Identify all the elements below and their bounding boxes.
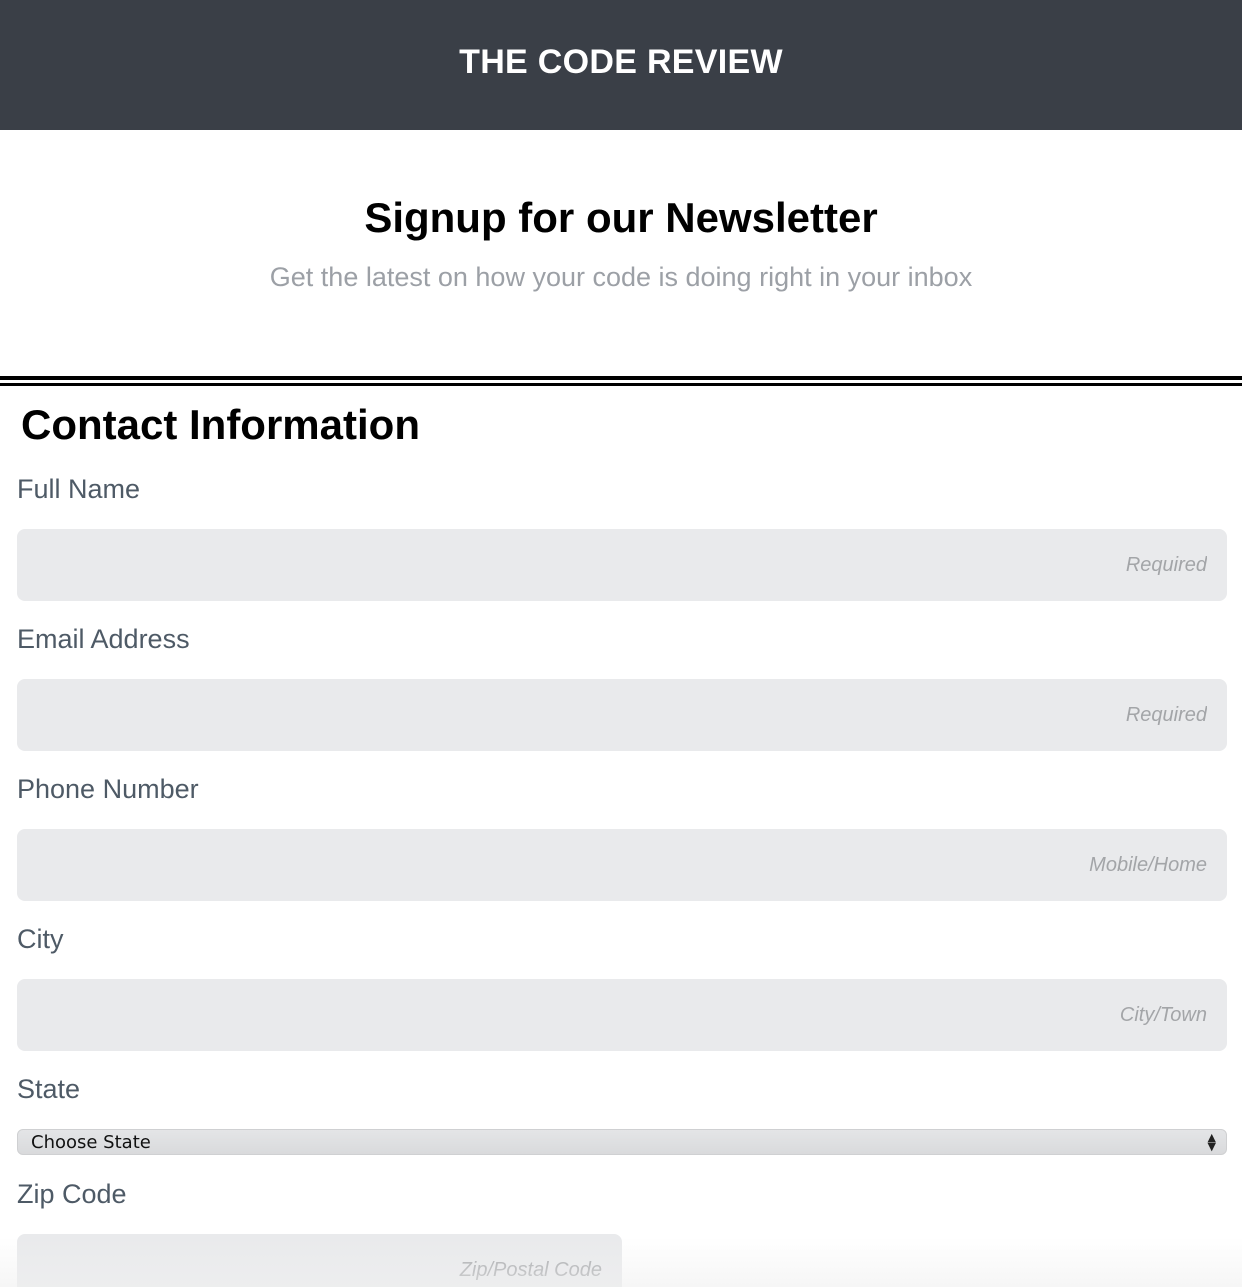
city-label: City	[17, 924, 64, 954]
section-divider-secondary	[0, 383, 1242, 386]
site-header: THE CODE REVIEW	[0, 0, 1242, 130]
select-arrows-icon: ▲ ▼	[1207, 1131, 1216, 1153]
full-name-label: Full Name	[17, 474, 141, 504]
state-label: State	[17, 1074, 81, 1104]
hero-title: Signup for our Newsletter	[364, 194, 878, 241]
email-label: Email Address	[17, 624, 190, 654]
state-select-value: Choose State	[31, 1131, 151, 1153]
email-input[interactable]	[17, 679, 1227, 751]
full-name-input[interactable]	[17, 529, 1227, 601]
brand-title: THE CODE REVIEW	[459, 42, 783, 81]
zip-label: Zip Code	[17, 1179, 127, 1209]
city-input[interactable]	[17, 979, 1227, 1051]
contact-form: Contact Information Full Name Email Addr…	[0, 400, 1242, 1287]
newsletter-hero: Signup for our Newsletter Get the latest…	[0, 130, 1242, 376]
section-title: Contact Information	[21, 401, 420, 448]
phone-label: Phone Number	[17, 774, 199, 804]
state-select[interactable]: Choose State ▲ ▼	[17, 1129, 1227, 1155]
phone-input[interactable]	[17, 829, 1227, 901]
hero-subtitle: Get the latest on how your code is doing…	[269, 262, 973, 292]
zip-input[interactable]	[17, 1234, 622, 1287]
section-divider	[0, 376, 1242, 380]
